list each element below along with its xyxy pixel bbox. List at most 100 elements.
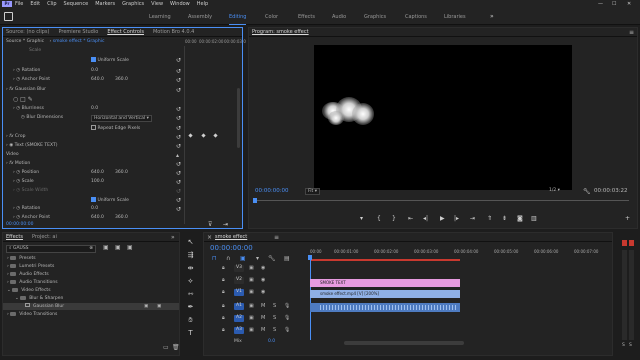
minimize-icon[interactable]: — [598, 1, 603, 7]
reset-icon[interactable]: ↺ [176, 197, 181, 204]
uniform-scale-checkbox[interactable] [91, 57, 96, 62]
ripple-edit-tool-icon[interactable]: ⇹ [186, 264, 195, 273]
mix-value[interactable]: 0.0 [268, 339, 275, 344]
rotation-value[interactable]: 0.0 [91, 68, 98, 76]
marker-icon[interactable]: ▾ [256, 255, 259, 262]
sync-lock-icon[interactable]: ▣ [249, 277, 254, 283]
playhead-icon[interactable] [253, 198, 257, 203]
menu-sequence[interactable]: Sequence [64, 1, 89, 7]
reset-icon[interactable]: ↺ [176, 188, 181, 195]
workspace-learning[interactable]: Learning [149, 14, 171, 20]
list-item-blur-sharpen[interactable]: ⌄ Blur & Sharpen [3, 295, 63, 302]
scrollbar[interactable] [237, 88, 240, 148]
track-a2[interactable]: A2 [234, 315, 244, 322]
effects-search-input[interactable]: ⌕ GAUSS ⊗ [6, 245, 96, 253]
menu-help[interactable]: Help [197, 1, 208, 7]
new-bin-icon[interactable]: ▭ [163, 344, 169, 351]
sync-lock-icon[interactable]: ▣ [249, 327, 254, 333]
lock-icon[interactable]: 🔒︎ [222, 315, 225, 321]
keyframe-marker[interactable] [188, 133, 193, 138]
export-frame-icon[interactable]: ◙ [517, 215, 523, 222]
repeat-edge-checkbox[interactable] [91, 125, 96, 130]
scale-value[interactable]: 100.0 [91, 179, 104, 187]
blurriness-value[interactable]: 0.0 [91, 106, 98, 114]
delete-icon[interactable]: 🗑︎ [172, 344, 180, 351]
uniform-scale-row[interactable]: Uniform Scale [91, 57, 129, 65]
tab-effects[interactable]: Effects [6, 234, 23, 240]
workspace-libraries[interactable]: Libraries [444, 14, 466, 20]
track-select-tool-icon[interactable]: ⇶ [186, 251, 195, 260]
extract-icon[interactable]: ⇟ [502, 215, 507, 222]
rectangle-mask-icon[interactable]: □ [20, 96, 26, 103]
effect-controls-timecode[interactable]: 00:00:00:00 [6, 222, 33, 227]
more-workspaces-icon[interactable]: » [490, 13, 494, 20]
menu-clip[interactable]: Clip [47, 1, 56, 7]
track-a3[interactable]: A3 [234, 327, 244, 334]
lock-icon[interactable]: 🔒︎ [222, 265, 225, 271]
timeline-timecode[interactable]: 00:00:00:00 [210, 244, 253, 252]
step-forward-icon[interactable]: |▸ [454, 215, 459, 222]
reset-icon[interactable]: ↺ [176, 179, 181, 186]
program-scrubber[interactable] [255, 200, 629, 201]
menu-edit[interactable]: Edit [30, 1, 40, 7]
reset-icon[interactable]: ↺ [176, 143, 181, 150]
slip-tool-icon[interactable]: ⇿ [186, 290, 195, 299]
keyframe-marker[interactable] [201, 133, 206, 138]
go-to-out-icon[interactable]: ⇥ [470, 215, 475, 222]
comparison-view-icon[interactable]: ▥ [531, 215, 537, 222]
filter-icon[interactable]: ⊽ [208, 221, 212, 228]
tab-effect-controls[interactable]: Effect Controls [107, 29, 144, 35]
ellipse-mask-icon[interactable]: ○ [13, 96, 18, 103]
step-back-icon[interactable]: ◂| [423, 215, 428, 222]
lock-icon[interactable]: 🔒︎ [222, 289, 225, 295]
reset-icon[interactable]: ↺ [176, 161, 181, 168]
keyframe-marker[interactable] [213, 133, 218, 138]
tab-motion-bro[interactable]: Motion Bro 4.0.4 [153, 29, 194, 35]
pen-tool-icon[interactable]: ✒ [186, 303, 195, 312]
menu-view[interactable]: View [151, 1, 163, 7]
mute-button[interactable]: M [261, 327, 265, 333]
work-area-bar[interactable] [310, 259, 460, 261]
microphone-icon[interactable]: 🎙︎ [284, 327, 290, 333]
reset-icon[interactable]: ↺ [176, 106, 181, 113]
razor-tool-icon[interactable]: ⟡ [186, 277, 195, 286]
anchor-y-value[interactable]: 360.0 [115, 77, 128, 85]
list-item-audio-transitions[interactable]: › Audio Transitions [3, 279, 58, 286]
linked-selection-icon[interactable]: ∩ [226, 255, 230, 262]
menu-window[interactable]: Window [170, 1, 190, 7]
position-y-value[interactable]: 360.0 [115, 170, 128, 178]
home-icon[interactable] [4, 12, 13, 21]
list-item-presets[interactable]: › Presets [3, 255, 36, 262]
clip-indicator[interactable] [622, 240, 627, 246]
workspace-captions[interactable]: Captions [405, 14, 427, 20]
reset-icon[interactable]: ↺ [176, 125, 181, 132]
captions-icon[interactable]: ▤ [284, 255, 290, 262]
anchor-y-value-2[interactable]: 360.0 [115, 215, 128, 223]
reset-icon[interactable]: ↺ [176, 206, 181, 213]
menu-file[interactable]: File [15, 1, 23, 7]
fit-dropdown[interactable]: Fit ▾ [305, 188, 320, 195]
close-icon[interactable]: ✕ [627, 1, 631, 7]
list-item-video-effects[interactable]: ⌄ Video Effects [3, 287, 51, 294]
video-clip[interactable]: smoke effect.mp4 [V] [200%] [310, 290, 460, 298]
add-button-icon[interactable]: + [625, 215, 630, 222]
eye-icon[interactable]: ◉ [261, 265, 265, 271]
position-x-value[interactable]: 640.0 [91, 170, 104, 178]
wrench-icon[interactable]: 🔧︎ [583, 188, 591, 195]
add-marker-icon[interactable]: ▾ [360, 215, 363, 222]
resolution-dropdown[interactable]: 1/2 ▾ [549, 188, 560, 193]
play-icon[interactable]: ▶ [440, 215, 445, 222]
solo-button[interactable]: S [273, 303, 276, 309]
workspace-audio[interactable]: Audio [332, 14, 346, 20]
sync-lock-icon[interactable]: ▣ [249, 315, 254, 321]
sync-lock-icon[interactable]: ▣ [249, 289, 254, 295]
menu-graphics[interactable]: Graphics [122, 1, 144, 7]
lock-icon[interactable]: 🔒︎ [222, 327, 225, 333]
sync-lock-icon[interactable]: ▣ [249, 303, 254, 309]
text-layer-row[interactable]: › ◉ Text (SMOKE TEXT) [6, 143, 58, 151]
track-a1[interactable]: A1 [234, 303, 244, 310]
sync-lock-icon[interactable]: ▣ [249, 265, 254, 271]
snap-icon[interactable]: ⊓ [212, 255, 217, 262]
settings-wrench-icon[interactable]: 🔧︎ [268, 255, 276, 262]
crop-row[interactable]: › fx Crop [6, 134, 25, 142]
